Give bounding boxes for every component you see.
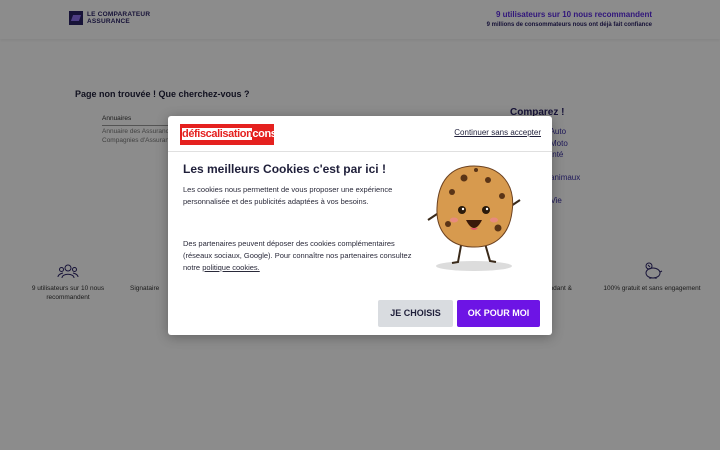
partners-description: Des partenaires peuvent déposer des cook… bbox=[183, 238, 413, 274]
brand-suffix: conseils bbox=[252, 128, 274, 140]
brand-prefix: défiscalisation bbox=[182, 128, 253, 140]
continue-without-accepting-link[interactable]: Continuer sans accepter bbox=[454, 128, 541, 137]
cookie-policy-link[interactable]: politique cookies. bbox=[202, 263, 260, 272]
accept-cookies-button[interactable]: OK POUR MOI bbox=[457, 300, 540, 327]
modal-header: défiscalisationconseils Continuer sans a… bbox=[168, 116, 552, 152]
brand-logo: défiscalisationconseils bbox=[180, 124, 274, 145]
modal-title: Les meilleurs Cookies c'est par ici ! bbox=[183, 162, 386, 176]
choose-cookies-button[interactable]: JE CHOISIS bbox=[378, 300, 453, 327]
cookie-modal: défiscalisationconseils Continuer sans a… bbox=[168, 116, 552, 335]
cookie-mascot-icon bbox=[427, 165, 521, 271]
cookie-description: Les cookies nous permettent de vous prop… bbox=[183, 185, 393, 206]
